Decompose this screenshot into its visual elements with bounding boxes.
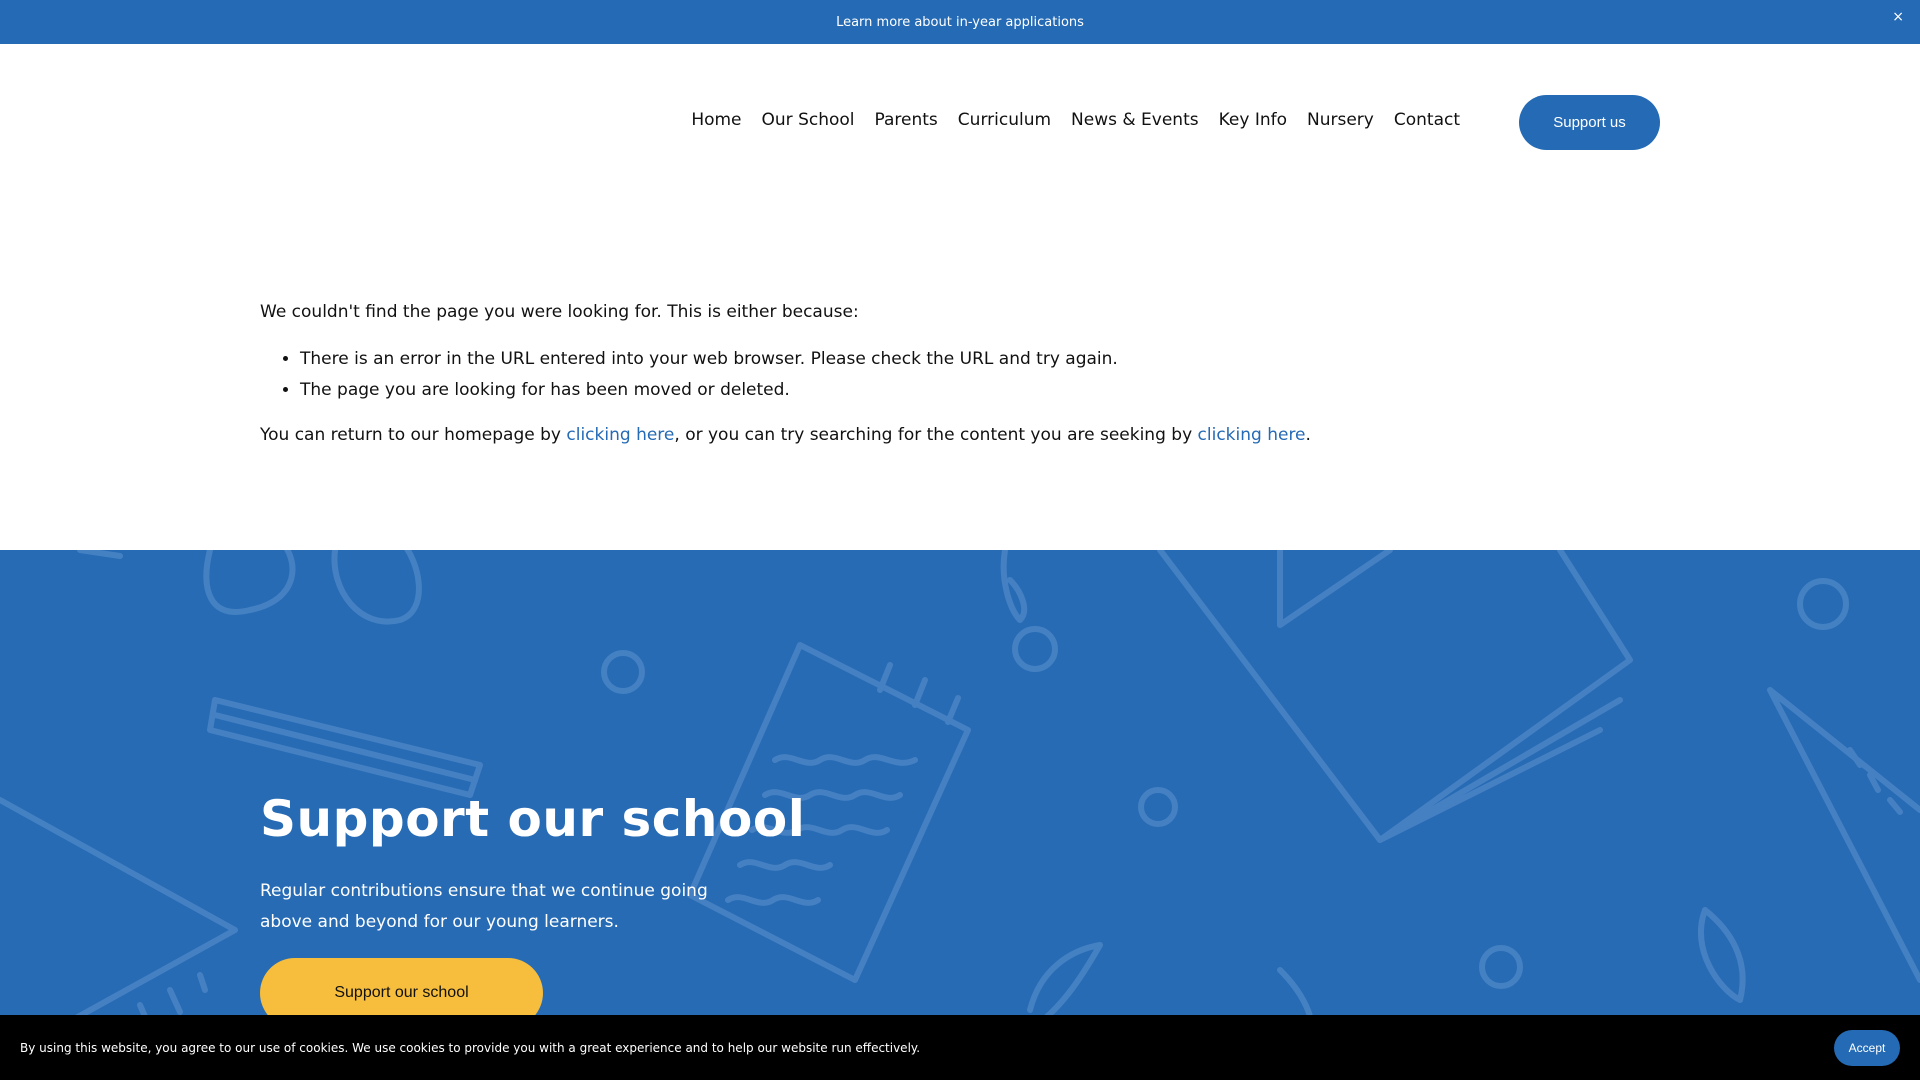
return-prefix-text: You can return to our homepage by	[260, 424, 567, 445]
promo-text: Regular contributions ensure that we con…	[260, 881, 708, 932]
cookie-message: By using this website, you agree to our …	[20, 1040, 921, 1055]
close-icon[interactable]: ×	[1892, 9, 1904, 25]
support-us-button[interactable]: Support us	[1519, 95, 1660, 150]
nav-item-news-events[interactable]: News & Events	[1061, 110, 1209, 130]
return-suffix-text: .	[1305, 424, 1311, 445]
announcement-bar: Learn more about in-year applications ×	[0, 0, 1920, 44]
nav-item-contact[interactable]: Contact	[1384, 110, 1470, 130]
nav-item-home[interactable]: Home	[681, 110, 751, 130]
error-content: We couldn't find the page you were looki…	[260, 300, 1660, 448]
cookie-banner: By using this website, you agree to our …	[0, 1015, 1920, 1080]
error-reasons-list: There is an error in the URL entered int…	[300, 347, 1660, 404]
nav-item-curriculum[interactable]: Curriculum	[948, 110, 1061, 130]
main-nav: Home Our School Parents Curriculum News …	[681, 110, 1470, 130]
nav-item-key-info[interactable]: Key Info	[1209, 110, 1297, 130]
support-promo-section: Support our school Regular contributions…	[0, 550, 1920, 1080]
list-item: There is an error in the URL entered int…	[300, 347, 1660, 373]
nav-item-parents[interactable]: Parents	[865, 110, 948, 130]
nav-item-our-school[interactable]: Our School	[752, 110, 865, 130]
nav-item-nursery[interactable]: Nursery	[1297, 110, 1384, 130]
site-header: Home Our School Parents Curriculum News …	[0, 44, 1920, 201]
announcement-link[interactable]: Learn more about in-year applications	[836, 15, 1084, 30]
return-middle-text: , or you can try searching for the conte…	[674, 424, 1198, 445]
return-paragraph: You can return to our homepage by clicki…	[260, 423, 1660, 449]
promo-title: Support our school	[260, 790, 806, 848]
homepage-link[interactable]: clicking here	[566, 425, 674, 445]
accept-cookies-button[interactable]: Accept	[1834, 1030, 1900, 1066]
search-link[interactable]: clicking here	[1198, 425, 1306, 445]
list-item: The page you are looking for has been mo…	[300, 378, 1660, 404]
error-intro: We couldn't find the page you were looki…	[260, 302, 859, 322]
